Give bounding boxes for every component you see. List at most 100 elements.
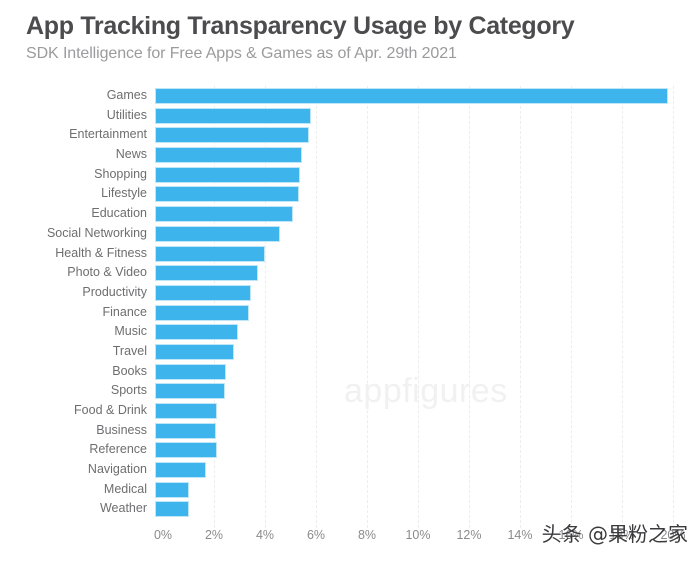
x-tick-label: 0%	[153, 528, 173, 542]
bar[interactable]	[155, 127, 310, 144]
bar-track	[155, 224, 700, 244]
bar[interactable]	[155, 462, 206, 479]
category-label: Reference	[89, 442, 147, 457]
bar-row: Entertainment	[0, 125, 700, 145]
x-tick-label: 8%	[357, 528, 377, 542]
bar[interactable]	[155, 88, 668, 104]
bar[interactable]	[155, 343, 235, 360]
bar[interactable]	[155, 403, 218, 419]
category-label: Social Networking	[46, 225, 147, 240]
bar-track	[155, 106, 700, 126]
x-tick-label: 2%	[204, 528, 224, 542]
bar-row: Education	[0, 204, 700, 224]
category-label: Education	[91, 206, 147, 221]
category-label: Travel	[112, 343, 147, 358]
chart-header: App Tracking Transparency Usage by Categ…	[26, 10, 575, 65]
bar-row: Social Networking	[0, 224, 700, 244]
category-label: Books	[112, 363, 147, 378]
bar[interactable]	[155, 304, 250, 321]
category-label: Music	[114, 324, 147, 339]
bar-rows: Games Utilities Entertainment News Shopping L…	[0, 86, 700, 519]
category-label: Games	[106, 88, 147, 102]
bar-row: Finance	[0, 303, 700, 323]
category-label: Weather	[99, 501, 147, 516]
bar-track	[155, 165, 700, 185]
category-label: Navigation	[87, 462, 147, 477]
category-label: Lifestyle	[101, 186, 147, 201]
bar-track	[155, 125, 700, 145]
bar[interactable]	[155, 147, 302, 164]
bar[interactable]	[155, 501, 190, 518]
bar-row: Photo & Video	[0, 263, 700, 283]
bar-track	[155, 204, 700, 224]
bar[interactable]	[155, 284, 251, 301]
plot-area: Games Utilities Entertainment News Shopping L…	[0, 86, 700, 528]
bar-row: Sports	[0, 381, 700, 401]
category-label: Business	[96, 422, 147, 437]
bar-row: Navigation	[0, 460, 700, 480]
category-label: Productivity	[82, 284, 147, 299]
bar-row: Music	[0, 322, 700, 342]
bar[interactable]	[155, 422, 217, 439]
bar-row: Lifestyle	[0, 184, 700, 204]
bar-row: Productivity	[0, 283, 700, 303]
category-label: Photo & Video	[67, 265, 147, 280]
x-axis: 0% 2% 4% 6% 8% 10% 12% 14% 16% 18% 20%	[0, 528, 700, 552]
bar-row: News	[0, 145, 700, 165]
bar[interactable]	[155, 481, 190, 498]
bar[interactable]	[155, 363, 227, 380]
bar[interactable]	[155, 245, 265, 262]
bar[interactable]	[155, 265, 259, 282]
bar-row: Shopping	[0, 165, 700, 185]
x-tick-label: 6%	[306, 528, 326, 542]
bar-row: Games	[0, 86, 700, 106]
bar-track	[155, 421, 700, 441]
category-label: Shopping	[94, 166, 147, 181]
category-label: Sports	[110, 383, 147, 398]
x-tick-label: 16%	[558, 528, 584, 542]
bar-track	[155, 401, 700, 421]
bar-row: Medical	[0, 480, 700, 500]
chart-subtitle: SDK Intelligence for Free Apps & Games a…	[26, 45, 457, 62]
bar-track	[155, 440, 700, 460]
x-tick-label: 4%	[255, 528, 275, 542]
x-tick-label: 18%	[609, 528, 635, 542]
x-tick-label: 20%	[660, 528, 686, 542]
bar-track	[155, 184, 700, 204]
category-label: Utilities	[106, 107, 147, 122]
bar-track	[155, 342, 700, 362]
top-edge	[0, 0, 700, 2]
bar-row: Health & Fitness	[0, 244, 700, 264]
bar[interactable]	[155, 166, 301, 183]
category-label: Entertainment	[69, 127, 147, 142]
bar-row: Utilities	[0, 106, 700, 126]
bar[interactable]	[155, 206, 293, 223]
bar-track	[155, 86, 700, 106]
category-label: Medical	[103, 481, 147, 496]
bar-row: Books	[0, 362, 700, 382]
category-label: Food & Drink	[74, 403, 147, 417]
bar-track	[155, 322, 700, 342]
bar-track	[155, 381, 700, 401]
bar[interactable]	[155, 107, 311, 124]
bar[interactable]	[155, 442, 218, 459]
category-label: Finance	[102, 304, 147, 319]
bar-track	[155, 460, 700, 480]
chart-root: App Tracking Transparency Usage by Categ…	[0, 0, 700, 563]
bar-row: Food & Drink	[0, 401, 700, 421]
bar-row: Travel	[0, 342, 700, 362]
bar-track	[155, 244, 700, 264]
bar-row: Business	[0, 421, 700, 441]
bar[interactable]	[155, 186, 300, 203]
bar[interactable]	[155, 225, 280, 242]
bar[interactable]	[155, 383, 226, 400]
bar-track	[155, 480, 700, 500]
chart-title: App Tracking Transparency Usage by Categ…	[26, 12, 575, 40]
bar-track	[155, 263, 700, 283]
bar-track	[155, 499, 700, 519]
x-tick-label: 12%	[456, 528, 482, 542]
bar[interactable]	[155, 324, 238, 341]
bar-track	[155, 303, 700, 323]
bar-track	[155, 362, 700, 382]
x-tick-label: 10%	[405, 528, 431, 542]
